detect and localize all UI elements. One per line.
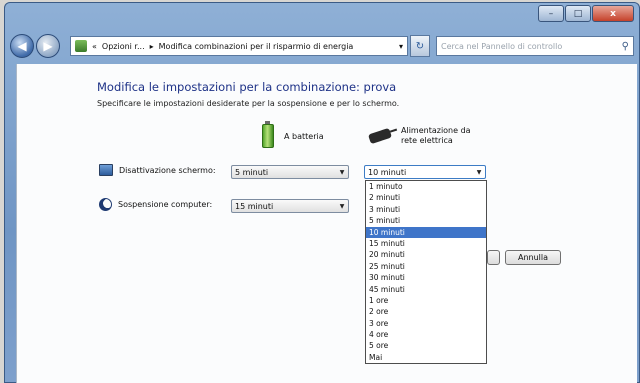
breadcrumb-separator: ▸ (149, 41, 154, 51)
refresh-button[interactable]: ↻ (410, 35, 430, 57)
ac-column-label-line1: Alimentazione da (401, 126, 471, 135)
maximize-button[interactable]: □ (565, 5, 591, 22)
window: – □ x ◀ ▶ « Opzioni r... ▸ Modifica comb… (4, 2, 640, 383)
control-panel-icon (75, 40, 87, 52)
moon-icon (99, 198, 112, 211)
navigation-bar: ◀ ▶ « Opzioni r... ▸ Modifica combinazio… (10, 32, 634, 60)
dropdown-option[interactable]: 30 minuti (366, 272, 486, 283)
dropdown-option[interactable]: 2 ore (366, 306, 486, 317)
monitor-icon (99, 164, 113, 176)
battery-column-label: A batteria (284, 131, 324, 141)
sleep-label: Sospensione computer: (118, 200, 213, 209)
breadcrumb-item-options[interactable]: Opzioni r... (102, 42, 145, 51)
ac-column-label: Alimentazione da rete elettrica (401, 126, 471, 146)
dropdown-option[interactable]: 10 minuti (366, 226, 486, 238)
display-off-ac-select[interactable]: 10 minuti ▼ (364, 165, 486, 179)
cancel-button[interactable]: Annulla (505, 250, 561, 265)
battery-column-header: A batteria (262, 121, 324, 148)
close-button[interactable]: x (592, 5, 634, 22)
ac-column-header: Alimentazione da rete elettrica (367, 126, 471, 146)
search-icon[interactable]: ⚲ (622, 41, 629, 52)
display-off-label: Disattivazione schermo: (119, 165, 216, 175)
display-off-battery-value: 5 minuti (235, 167, 269, 177)
search-input[interactable]: Cerca nel Pannello di controllo ⚲ (436, 36, 634, 56)
dropdown-option[interactable]: 15 minuti (366, 238, 486, 249)
sleep-battery-select[interactable]: 15 minuti ▼ (231, 199, 349, 213)
sleep-row-label: Sospensione computer: (99, 198, 212, 211)
chevron-down-icon: ▼ (339, 202, 345, 210)
chevron-down-icon: ▼ (476, 168, 482, 176)
dropdown-option[interactable]: 5 minuti (366, 215, 486, 226)
dropdown-option[interactable]: 45 minuti (366, 284, 486, 295)
page-title: Modifica le impostazioni per la combinaz… (97, 80, 397, 94)
ac-column-label-line2: rete elettrica (401, 136, 453, 145)
dropdown-option[interactable]: 3 minuti (366, 204, 486, 215)
dropdown-option[interactable]: 3 ore (366, 318, 486, 329)
back-button[interactable]: ◀ (10, 34, 34, 58)
dropdown-option[interactable]: 1 ore (366, 295, 486, 306)
dropdown-option[interactable]: 4 ore (366, 329, 486, 340)
content-area: Modifica le impostazioni per la combinaz… (16, 64, 637, 383)
power-plug-icon (367, 127, 393, 145)
dropdown-option[interactable]: 2 minuti (366, 192, 486, 203)
address-bar[interactable]: « Opzioni r... ▸ Modifica combinazioni p… (70, 36, 408, 56)
forward-button[interactable]: ▶ (36, 34, 60, 58)
caption-buttons: – □ x (538, 5, 634, 22)
dropdown-option[interactable]: 1 minuto (366, 181, 486, 192)
dropdown-option[interactable]: Mai (366, 352, 486, 363)
search-placeholder: Cerca nel Pannello di controllo (441, 41, 563, 51)
battery-icon (262, 121, 274, 148)
save-button-partial[interactable] (487, 250, 500, 265)
chevron-down-icon: ▼ (339, 168, 345, 176)
sleep-battery-value: 15 minuti (235, 201, 274, 211)
address-dropdown-icon[interactable]: ▾ (399, 42, 403, 51)
dropdown-option[interactable]: 20 minuti (366, 249, 486, 260)
dropdown-list[interactable]: 1 minuto 2 minuti 3 minuti 5 minuti 10 minut… (365, 180, 487, 365)
minimize-button[interactable]: – (538, 5, 564, 22)
page-subtitle: Specificare le impostazioni desiderate p… (97, 99, 400, 108)
display-off-battery-select[interactable]: 5 minuti ▼ (231, 165, 349, 179)
display-off-row-label: Disattivazione schermo: (99, 164, 216, 176)
dropdown-option[interactable]: 25 minuti (366, 261, 486, 272)
display-off-ac-value: 10 minuti (368, 167, 407, 177)
breadcrumb-item-edit-plans[interactable]: Modifica combinazioni per il risparmio d… (159, 42, 354, 51)
dropdown-option[interactable]: 5 ore (366, 340, 486, 351)
breadcrumb-chevron[interactable]: « (92, 42, 97, 51)
